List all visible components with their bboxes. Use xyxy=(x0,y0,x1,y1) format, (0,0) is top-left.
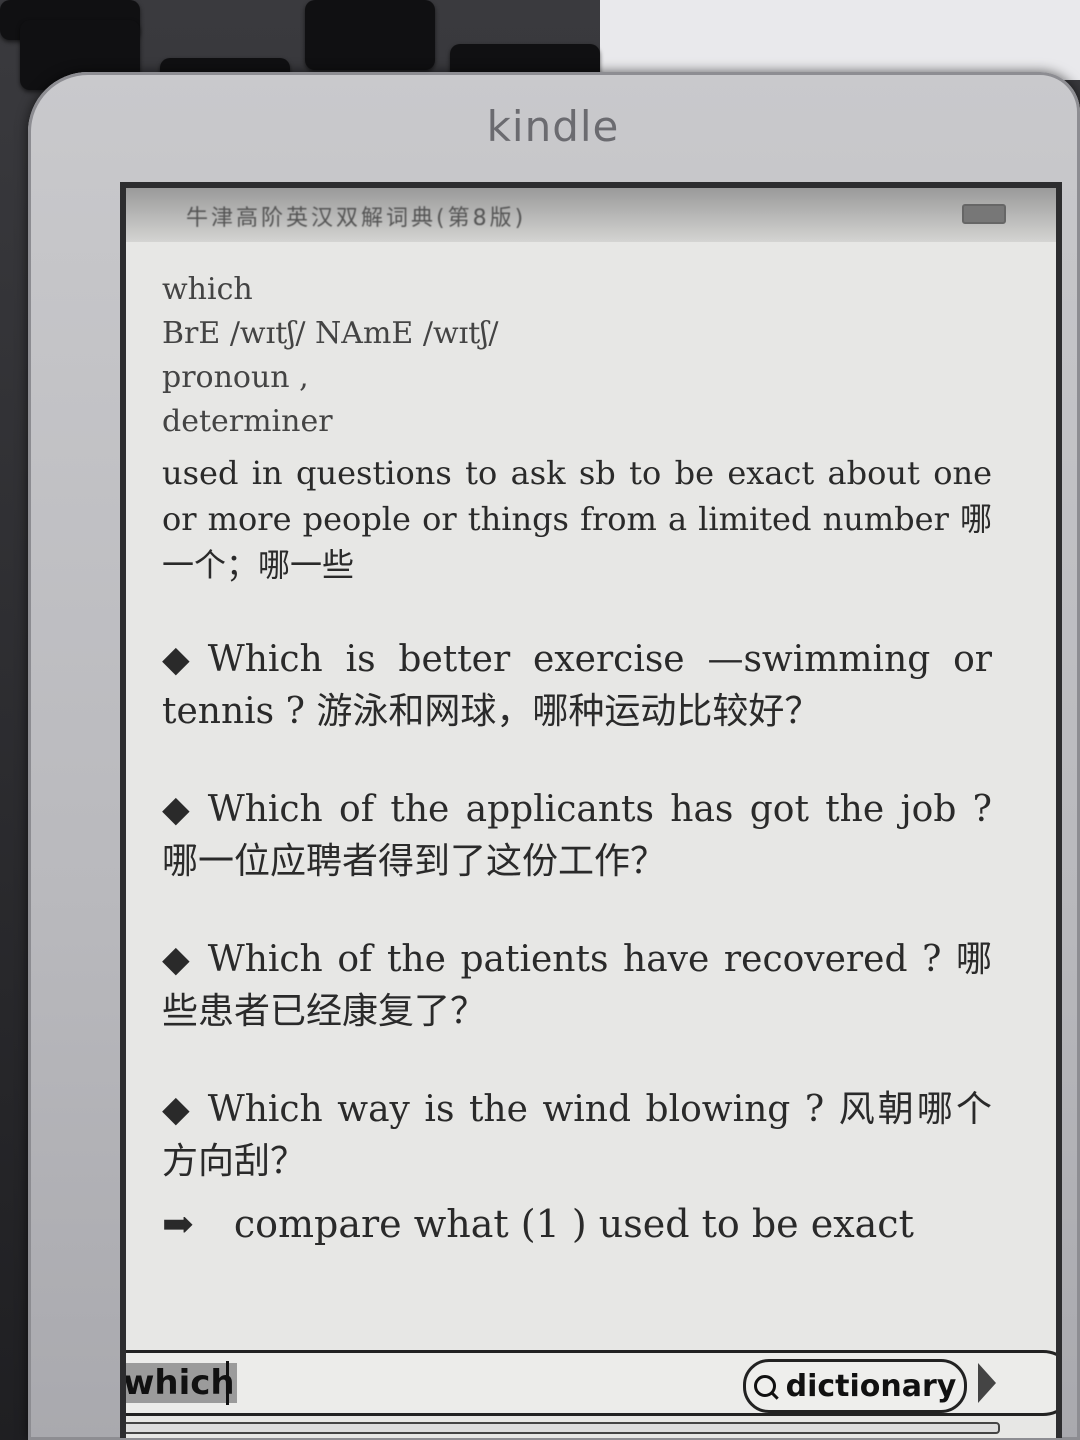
book-title: 牛津高阶英汉双解词典(第8版) xyxy=(186,206,527,231)
bullet-icon: ◆ xyxy=(162,789,190,830)
part-of-speech-pronoun: pronoun , xyxy=(162,360,309,395)
example-sentence: ◆ Which way is the wind blowing ? 风朝哪个方向刮… xyxy=(162,1084,992,1188)
device-brand-label: kindle xyxy=(486,102,620,151)
example-sentence: ◆ Which of the patients have recovered ? … xyxy=(162,934,992,1038)
keyboard-key xyxy=(305,0,435,70)
chevron-right-icon[interactable] xyxy=(978,1363,996,1403)
example-text: Which of the patients have recovered ? 哪… xyxy=(162,939,992,1032)
definition: used in questions to ask sb to be exact … xyxy=(162,454,992,584)
search-input-value: which xyxy=(123,1363,237,1403)
status-bar: 牛津高阶英汉双解词典(第8版) xyxy=(126,188,1056,242)
dictionary-button-label: dictionary xyxy=(785,1368,957,1404)
reading-progress-bar xyxy=(126,1422,1000,1434)
dictionary-search-button[interactable]: dictionary xyxy=(743,1359,967,1413)
cross-reference[interactable]: ➡ compare what (1 ) used to be exact xyxy=(162,1198,992,1250)
part-of-speech-determiner: determiner xyxy=(162,404,333,439)
bullet-icon: ◆ xyxy=(162,1089,190,1130)
headword: which xyxy=(162,272,253,307)
example-sentence: ◆ Which is better exercise —swimming or t… xyxy=(162,634,992,738)
cross-reference-text: compare what (1 ) used to be exact xyxy=(233,1202,914,1246)
e-ink-screen: 牛津高阶英汉双解词典(第8版) which BrE /wɪtʃ/ NAmE /w… xyxy=(120,182,1062,1438)
bullet-icon: ◆ xyxy=(162,939,190,980)
battery-icon xyxy=(962,204,1006,224)
bullet-icon: ◆ xyxy=(162,639,190,680)
kindle-device: kindle 牛津高阶英汉双解词典(第8版) which BrE /wɪtʃ/ … xyxy=(28,72,1080,1440)
search-input[interactable]: which dictionary xyxy=(123,1350,1056,1416)
dictionary-entry: which BrE /wɪtʃ/ NAmE /wɪtʃ/ pronoun , d… xyxy=(162,268,992,1250)
text-cursor xyxy=(226,1361,229,1405)
search-bar: which dictionary xyxy=(126,1342,1056,1438)
pronunciation: BrE /wɪtʃ/ NAmE /wɪtʃ/ xyxy=(162,316,499,351)
search-icon xyxy=(753,1375,776,1397)
example-text: Which is better exercise —swimming or te… xyxy=(162,639,992,732)
example-text: Which of the applicants has got the job … xyxy=(162,789,992,882)
example-text: Which way is the wind blowing ? 风朝哪个方向刮？ xyxy=(162,1089,992,1182)
arrow-right-icon: ➡ xyxy=(162,1202,194,1246)
background-screen-glare xyxy=(600,0,1080,80)
example-sentence: ◆ Which of the applicants has got the job… xyxy=(162,784,992,888)
